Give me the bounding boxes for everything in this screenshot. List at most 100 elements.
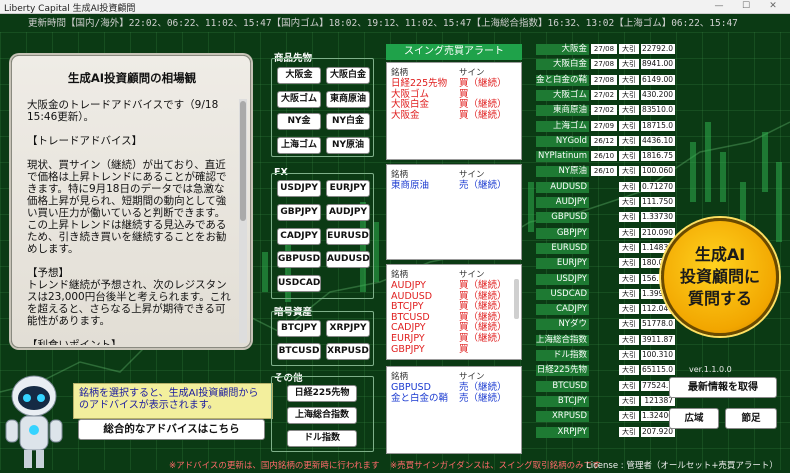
price-session-tag: 大引 (619, 334, 639, 345)
commodities-panel: 大阪金 大阪白金 大阪ゴム 東商原油 NY金 NY白金 上海ゴム NY原油 (271, 58, 374, 157)
wide-view-button[interactable]: 広域 (669, 408, 719, 429)
price-row: AUDJPY 大引 111.750 (536, 196, 676, 208)
fx-gbpjpy-button[interactable]: GBPJPY (277, 204, 321, 221)
advisor-title: 生成AI投資顧問の相場観 (67, 71, 197, 85)
price-value: 65115.0 (641, 365, 675, 376)
product-osaka-gold-button[interactable]: 大阪金 (277, 67, 321, 84)
fx-audjpy-button[interactable]: AUDJPY (326, 204, 370, 221)
other-shanghai-index-button[interactable]: 上海総合指数 (287, 407, 357, 424)
price-label: 大阪白金 (552, 59, 587, 70)
price-label: 上海総合指数 (536, 334, 588, 345)
close-window-button[interactable]: ✕ (760, 0, 786, 14)
signal-sign: 買（継続） (459, 332, 507, 344)
price-value: 0.71270 (641, 181, 675, 192)
price-value: 1.33730 (641, 212, 675, 223)
signal-scrollbar[interactable] (514, 279, 519, 319)
fx-eurusd-button[interactable]: EURUSD (326, 228, 370, 245)
price-session-tag: 大引 (619, 181, 639, 192)
product-ny-platinum-button[interactable]: NY白金 (326, 113, 370, 130)
minimize-button[interactable]: — (706, 0, 732, 14)
crypto-btcusd-button[interactable]: BTCUSD (277, 343, 321, 360)
price-session-tag: 大引 (619, 288, 639, 299)
fetch-latest-button[interactable]: 最新情報を取得 (669, 377, 777, 398)
price-row: AUDUSD 大引 0.71270 (536, 181, 676, 193)
price-value: 100.060 (641, 166, 675, 177)
advisor-panel: 生成AI投資顧問の相場観 大阪金のトレードアドバイスです（9/18 15:46更… (11, 55, 251, 348)
signal-panel-2[interactable]: 銘柄 サイン 東商原油 売（継続） (386, 164, 522, 260)
fx-audusd-button[interactable]: AUDUSD (326, 251, 370, 268)
price-session-tag: 大引 (619, 227, 639, 238)
candle-button[interactable]: 節足 (725, 408, 777, 429)
signal-name: GBPJPY (391, 343, 425, 355)
fx-gbpusd-button[interactable]: GBPUSD (277, 251, 321, 268)
price-label: USDJPY (556, 273, 587, 284)
signal-row[interactable]: 大阪金 買（継続） (391, 109, 511, 122)
price-value: 1816.75 (641, 151, 675, 162)
other-nikkei225-button[interactable]: 日経225先物 (287, 385, 357, 402)
price-row: 上海ゴム 27/09 大引 18715.0 (536, 120, 676, 132)
signal-row[interactable]: GBPJPY 買 (391, 343, 511, 356)
maximize-button[interactable]: ☐ (733, 0, 759, 14)
price-row: ドル指数 大引 100.310 (536, 349, 676, 361)
fx-cadjpy-button[interactable]: CADJPY (277, 228, 321, 245)
signal-list-3: AUDJPY 買（継続） AUDUSD 買（継続） BTCJPY 買（継続） BTCUSD 買… (391, 280, 511, 356)
price-label: GBPUSD (551, 212, 587, 223)
signal-panel-1[interactable]: 銘柄 サイン 日経225先物 買（継続） 大阪ゴム買大阪白金 買（継続） 大阪金 買（継続） (386, 62, 522, 160)
price-session-tag: 大引 (619, 304, 639, 315)
product-osaka-platinum-button[interactable]: 大阪白金 (326, 67, 370, 84)
signal-row[interactable]: 東商原油 売（継続） (391, 180, 511, 192)
price-value: 111.750 (641, 197, 675, 207)
price-session-tag: 大引 (619, 380, 639, 391)
badge-line-1: 生成AI (694, 245, 746, 264)
signal-name: AUDJPY (391, 280, 426, 291)
product-shanghai-rubber-button[interactable]: 上海ゴム (277, 137, 321, 154)
fx-eurjpy-button[interactable]: EURJPY (326, 180, 370, 197)
price-label: EURJPY (556, 258, 587, 269)
price-label: BTCUSD (552, 380, 587, 391)
signal-row[interactable]: EURJPY 買（継続） (391, 332, 511, 345)
signal-row[interactable]: AUDJPY 買（継続） (391, 280, 511, 292)
price-value: 6149.00 (641, 74, 675, 85)
crypto-xrpusd-button[interactable]: XRPUSD (326, 343, 370, 360)
fx-usdcad-button[interactable]: USDCAD (277, 275, 321, 292)
signal-list-4: GBPUSD 売（継続） 金と白金の鞘 売（継続） (391, 382, 511, 405)
advice-hint-box: 銘柄を選択すると、生成AI投資顧問からのアドバイスが表示されます。 (73, 383, 273, 419)
advisor-scroll-thumb[interactable] (240, 101, 246, 221)
price-row: GBPUSD 大引 1.33730 (536, 211, 676, 224)
price-session-tag: 大引 (619, 411, 639, 422)
signal-row[interactable]: 日経225先物 買（継続） (391, 78, 511, 90)
price-row: USDCAD 大引 1.39970 (536, 288, 676, 300)
price-session-tag: 大引 (619, 350, 639, 360)
overall-advice-button[interactable]: 総合的なアドバイスはこちら (78, 419, 265, 440)
signal-sign: 買 (459, 343, 469, 355)
price-session-tag: 大引 (619, 135, 639, 146)
product-ny-gold-button[interactable]: NY金 (277, 113, 321, 130)
fx-panel: USDJPY EURJPY GBPJPY AUDJPY CADJPY EURUS… (271, 173, 374, 299)
product-ny-crude-button[interactable]: NY原油 (326, 137, 370, 154)
signal-sign: 買（継続） (459, 78, 507, 89)
price-row: 金と白金の鞘 27/08 大引 6149.00 (536, 74, 676, 86)
signal-panel-4[interactable]: 銘柄 サイン GBPUSD 売（継続） 金と白金の鞘 売（継続） (386, 366, 522, 454)
price-date: 27/08 (591, 74, 617, 85)
signal-panel-3[interactable]: 銘柄 サイン AUDJPY 買（継続） AUDUSD 買（継続） BTCJPY 買（継続） B… (386, 264, 522, 360)
price-row: NYPlatinum 26/10 大引 1816.75 (536, 150, 676, 163)
price-session-tag: 大引 (619, 89, 639, 100)
ask-ai-advisor-button[interactable]: 生成AI 投資顧問に 質問する (661, 218, 779, 336)
signal-sign: 買（継続） (459, 109, 507, 121)
fx-usdjpy-button[interactable]: USDJPY (277, 180, 321, 197)
product-osaka-rubber-button[interactable]: 大阪ゴム (277, 91, 321, 108)
update-times-bar: 更新時間【国内/海外】22:02、06:22、11:02、15:47【国内ゴム】… (0, 15, 790, 32)
window-titlebar: Liberty Capital 生成AI投資顧問 — ☐ ✕ (0, 0, 790, 14)
crypto-xrpjpy-button[interactable]: XRPJPY (326, 320, 370, 337)
version-label: ver.1.1.0.0 (689, 365, 732, 374)
advisor-scrollbar[interactable] (239, 99, 247, 343)
crypto-btcjpy-button[interactable]: BTCJPY (277, 320, 321, 337)
product-tocom-crude-button[interactable]: 東商原油 (326, 91, 370, 108)
signal-row[interactable]: GBPUSD 売（継続） (391, 382, 511, 394)
price-date: 26/10 (591, 166, 617, 177)
price-label: AUDJPY (555, 197, 587, 207)
signal-row[interactable]: 金と白金の鞘 売（継続） (391, 393, 511, 405)
signal-sign: 売（継続） (459, 382, 507, 393)
other-dollar-index-button[interactable]: ドル指数 (287, 430, 357, 447)
robot-mascot-icon (0, 370, 75, 470)
